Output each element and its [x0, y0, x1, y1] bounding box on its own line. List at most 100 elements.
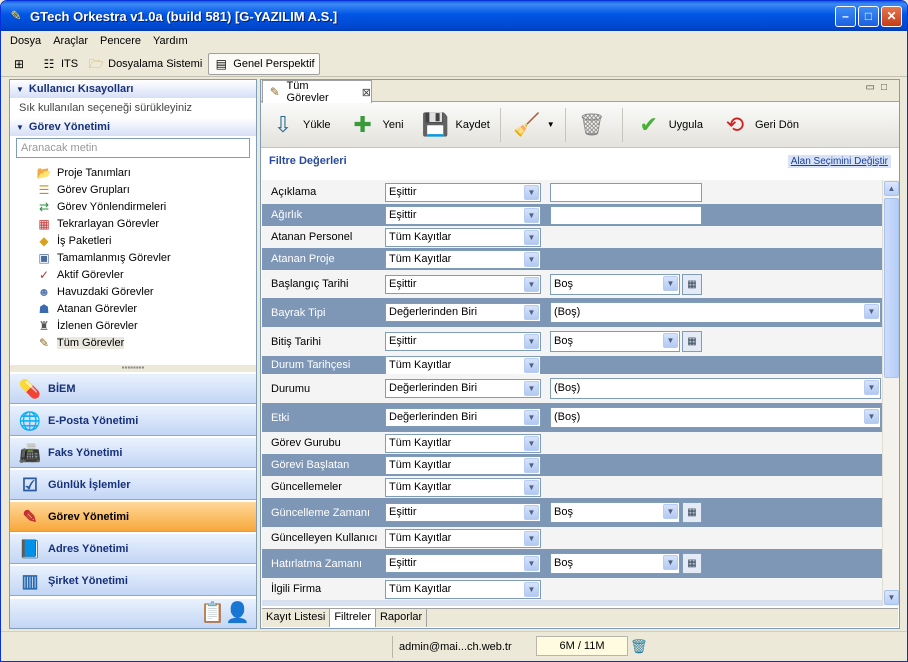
filter-date-select[interactable]: Boş ▼	[550, 553, 680, 574]
calendar-picker-icon[interactable]: ▦	[682, 331, 702, 352]
kaydet-button[interactable]: 💾 Kaydet	[420, 109, 490, 141]
chevron-down-icon[interactable]: ▼	[524, 334, 539, 349]
nav-eposta[interactable]: 🌐 E-Posta Yönetimi	[10, 405, 256, 436]
clipboard-icon[interactable]: 📋	[200, 602, 225, 624]
chevron-down-icon[interactable]: ▼	[864, 409, 879, 424]
user-icon[interactable]: 👤	[225, 602, 250, 624]
title-bar[interactable]: ✎ GTech Orkestra v1.0a (build 581) [G-YA…	[1, 1, 907, 31]
filter-operator-select[interactable]: Eşittir ▼	[385, 274, 541, 294]
filter-value-select[interactable]: (Boş) ▼	[550, 302, 881, 323]
menu-yardim[interactable]: Yardım	[147, 35, 194, 47]
chevron-down-icon[interactable]: ▼	[524, 276, 539, 292]
yukle-button[interactable]: ⇩ Yükle	[267, 109, 331, 141]
geri-don-button[interactable]: ⟲ Geri Dön	[719, 109, 799, 141]
vertical-scrollbar[interactable]: ▲ ▼	[882, 180, 899, 606]
scroll-up-icon[interactable]: ▲	[884, 181, 899, 196]
chevron-down-icon[interactable]: ▼	[524, 305, 539, 320]
tree-item[interactable]: ☻ Havuzdaki Görevler	[36, 283, 256, 300]
maximize-button[interactable]: □	[858, 5, 879, 27]
filter-operator-select[interactable]: Eşittir ▼	[385, 182, 541, 202]
filter-operator-select[interactable]: Değerlerinden Biri ▼	[385, 379, 541, 398]
calendar-picker-icon[interactable]: ▦	[682, 553, 702, 574]
menu-araclar[interactable]: Araçlar	[47, 35, 94, 47]
chevron-down-icon[interactable]: ▼	[524, 184, 539, 200]
menu-pencere[interactable]: Pencere	[94, 35, 147, 47]
chevron-down-icon[interactable]: ▼	[524, 229, 539, 245]
genel-perspektif-button[interactable]: ▤ Genel Perspektif	[208, 52, 320, 75]
perspective-add-button[interactable]: ⊞	[7, 53, 35, 75]
filter-date-select[interactable]: Boş ▼	[550, 502, 680, 523]
close-button[interactable]: ✕	[881, 5, 902, 27]
yeni-button[interactable]: ✚ Yeni	[347, 109, 403, 141]
nav-adres[interactable]: 📘 Adres Yönetimi	[10, 533, 256, 564]
filter-operator-select[interactable]: Eşittir ▼	[385, 554, 541, 573]
filter-operator-select[interactable]: Tüm Kayıtlar ▼	[385, 227, 541, 247]
filter-operator-select[interactable]: Eşittir ▼	[385, 332, 541, 351]
chevron-down-icon[interactable]: ▼	[524, 410, 539, 425]
filter-operator-select[interactable]: Eşittir ▼	[385, 503, 541, 522]
chevron-down-icon[interactable]: ▼	[663, 275, 678, 291]
filter-operator-select[interactable]: Değerlerinden Biri ▼	[385, 408, 541, 427]
delete-button[interactable]: 🗑	[576, 109, 612, 141]
filter-date-select[interactable]: Boş ▼	[550, 331, 680, 352]
nav-gorev[interactable]: ✎ Görev Yönetimi	[10, 501, 256, 532]
clear-button[interactable]: 🧹 ▼	[511, 109, 555, 141]
minimize-button[interactable]: –	[835, 5, 856, 27]
chevron-down-icon[interactable]: ▼	[524, 251, 539, 267]
chevron-down-icon[interactable]: ▼	[524, 556, 539, 571]
filter-operator-select[interactable]: Tüm Kayıtlar ▼	[385, 477, 541, 497]
filter-operator-select[interactable]: Tüm Kayıtlar ▼	[385, 355, 541, 375]
chevron-down-icon[interactable]: ▼	[524, 435, 539, 451]
chevron-down-icon[interactable]: ▼	[864, 380, 879, 395]
search-input[interactable]: Aranacak metin	[16, 138, 250, 158]
tree-item[interactable]: ✓ Aktif Görevler	[36, 266, 256, 283]
filter-operator-select[interactable]: Tüm Kayıtlar ▼	[385, 579, 541, 599]
chevron-down-icon[interactable]: ▼	[524, 381, 539, 396]
chevron-down-icon[interactable]: ▼	[663, 504, 678, 519]
tree-item[interactable]: ▣ Tamamlanmış Görevler	[36, 249, 256, 266]
nav-gunluk[interactable]: ☑ Günlük İşlemler	[10, 469, 256, 500]
filter-operator-select[interactable]: Değerlerinden Biri ▼	[385, 303, 541, 322]
tree-item[interactable]: ▦ Tekrarlayan Görevler	[36, 215, 256, 232]
tab-filtreler[interactable]: Filtreler	[330, 609, 376, 627]
close-tab-icon[interactable]: ⊠	[362, 86, 371, 99]
filter-operator-select[interactable]: Tüm Kayıtlar ▼	[385, 528, 541, 548]
tree-item[interactable]: ☰ Görev Grupları	[36, 181, 256, 198]
nav-sirket[interactable]: ▥ Şirket Yönetimi	[10, 565, 256, 596]
chevron-down-icon[interactable]: ▼	[524, 357, 539, 373]
nav-biem[interactable]: 💊 BİEM	[10, 373, 256, 404]
view-controls[interactable]: ▭□	[866, 82, 894, 93]
tree-item-selected[interactable]: ✎ Tüm Görevler	[36, 334, 256, 351]
dropdown-arrow-icon[interactable]: ▼	[547, 120, 555, 129]
filter-operator-select[interactable]: Tüm Kayıtlar ▼	[385, 249, 541, 269]
filter-operator-select[interactable]: Tüm Kayıtlar ▼	[385, 455, 541, 475]
chevron-down-icon[interactable]: ▼	[524, 457, 539, 473]
panel-splitter[interactable]: ▪▪▪▪▪▪▪▪	[10, 364, 256, 372]
chevron-down-icon[interactable]: ▼	[864, 304, 879, 319]
chevron-down-icon[interactable]: ▼	[524, 530, 539, 546]
tab-tum-gorevler[interactable]: ✎ Tüm Görevler ⊠	[262, 80, 372, 104]
chevron-down-icon[interactable]: ▼	[524, 581, 539, 597]
filter-operator-select[interactable]: Eşittir ▼	[385, 205, 541, 225]
tree-item[interactable]: ♜ İzlenen Görevler	[36, 317, 256, 334]
filter-value-input[interactable]	[550, 182, 702, 202]
calendar-picker-icon[interactable]: ▦	[682, 273, 702, 295]
tree-item[interactable]: ⇄ Görev Yönlendirmeleri	[36, 198, 256, 215]
uygula-button[interactable]: ✔ Uygula	[633, 109, 703, 141]
its-button[interactable]: ☷ ITS	[37, 53, 82, 75]
gorev-header[interactable]: ▼ Görev Yönetimi	[10, 118, 256, 136]
scroll-down-icon[interactable]: ▼	[884, 590, 899, 605]
chevron-down-icon[interactable]: ▼	[524, 505, 539, 520]
tree-item[interactable]: ☗ Atanan Görevler	[36, 300, 256, 317]
chevron-down-icon[interactable]: ▼	[663, 333, 678, 348]
tree-item[interactable]: 📂 Proje Tanımları	[36, 164, 256, 181]
filter-value-select[interactable]: (Boş) ▼	[550, 378, 881, 399]
gc-trash-icon[interactable]: 🗑	[630, 637, 648, 655]
chevron-down-icon[interactable]: ▼	[524, 207, 539, 223]
chevron-down-icon[interactable]: ▼	[524, 479, 539, 495]
filter-value-select[interactable]: (Boş) ▼	[550, 407, 881, 428]
filter-operator-select[interactable]: Tüm Kayıtlar ▼	[385, 433, 541, 453]
shortcuts-header[interactable]: ▼ Kullanıcı Kısayolları	[10, 80, 256, 98]
menu-dosya[interactable]: Dosya	[4, 35, 47, 47]
scroll-thumb[interactable]	[884, 198, 899, 378]
